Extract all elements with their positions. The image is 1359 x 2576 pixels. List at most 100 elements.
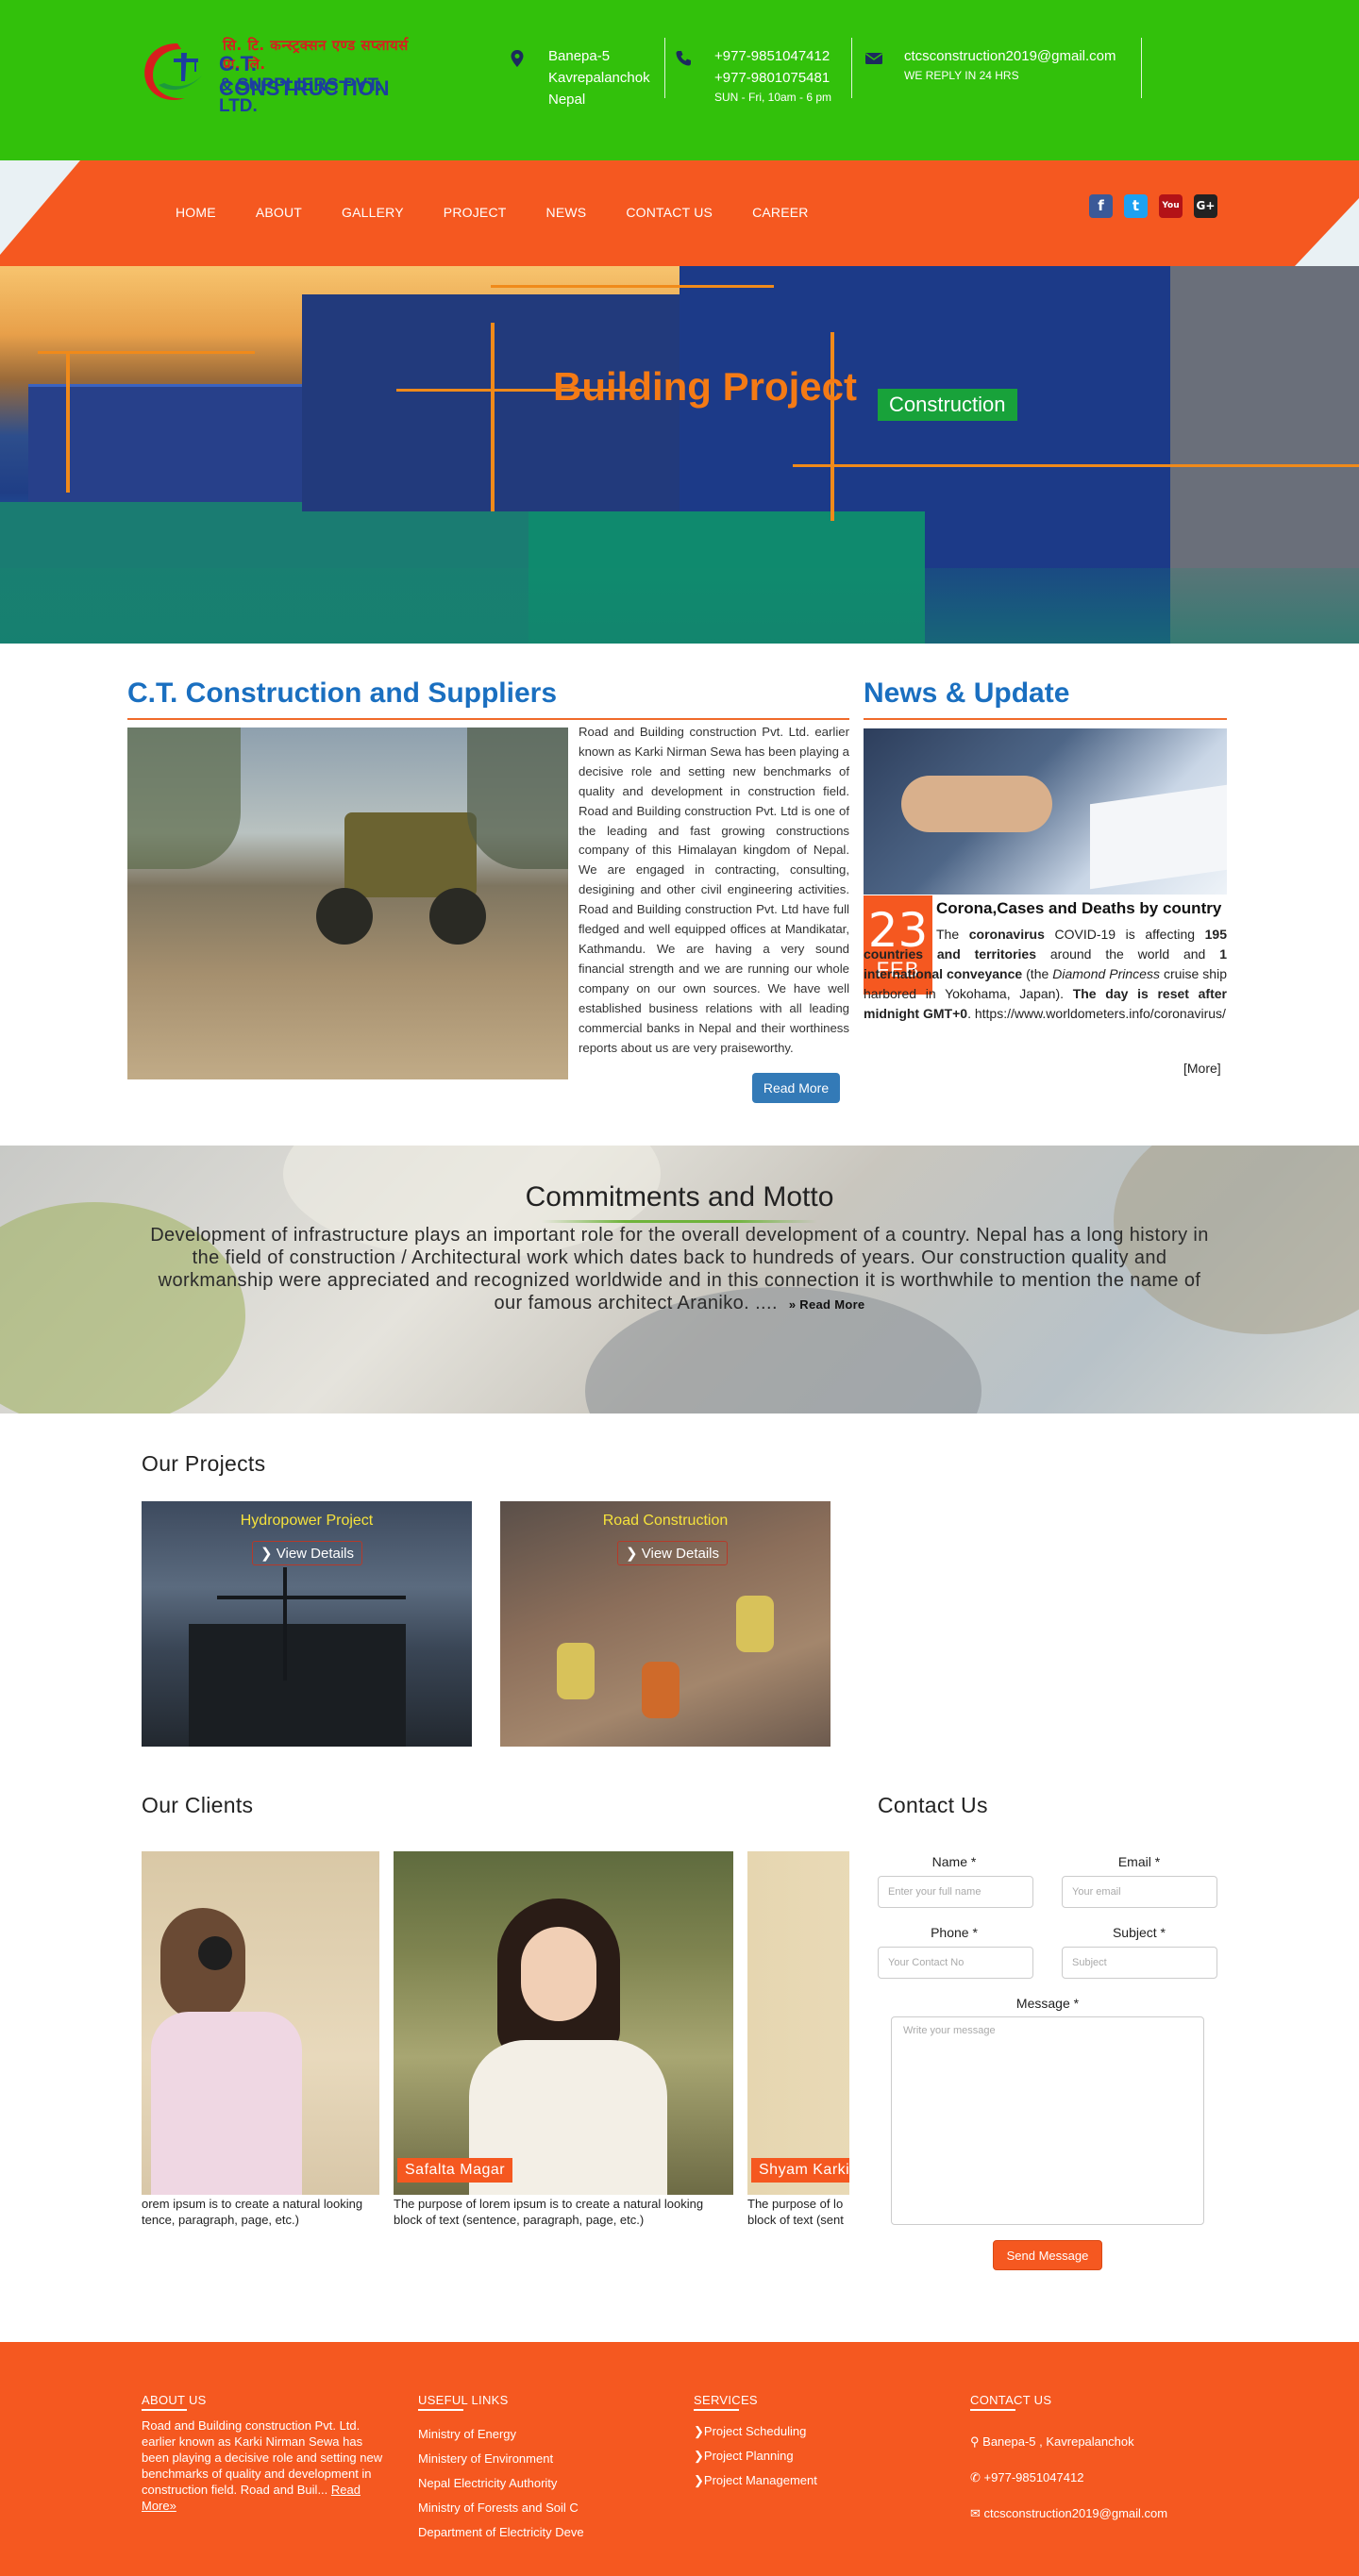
- footer-about-text: Road and Building construction Pvt. Ltd.…: [142, 2418, 383, 2513]
- twitter-icon[interactable]: t: [1124, 194, 1148, 218]
- client-description: The purpose of lo block of text (sent: [747, 2197, 844, 2227]
- hero-title: Building Project: [553, 364, 858, 409]
- footer-link[interactable]: Ministry of Forests and Soil C: [418, 2496, 584, 2520]
- worker: [557, 1643, 595, 1699]
- client-card: Safalta Magar The purpose of lorem ipsum…: [394, 1851, 733, 2229]
- social-links: f t You G+: [1089, 194, 1217, 218]
- footer-link[interactable]: Ministry of Energy: [418, 2422, 584, 2447]
- about-title-rule: [127, 718, 849, 720]
- project-card-road[interactable]: Road Construction ❯ View Details: [500, 1501, 830, 1747]
- chevron-right-icon: ❯: [694, 2449, 704, 2463]
- client-photo: [394, 1851, 733, 2195]
- news-more-link[interactable]: [More]: [1183, 1061, 1221, 1076]
- google-plus-icon[interactable]: G+: [1194, 194, 1217, 218]
- news-body: The coronavirus COVID-19 is affecting 19…: [864, 927, 1227, 1021]
- footer-service[interactable]: ❯Project Scheduling: [694, 2419, 817, 2444]
- address-line-3: Nepal: [548, 92, 586, 108]
- project-title: Hydropower Project: [240, 1513, 374, 1529]
- youtube-icon[interactable]: You: [1159, 194, 1183, 218]
- phone-field[interactable]: Your Contact No: [878, 1947, 1033, 1979]
- client-name: Shyam Karki: [751, 2158, 849, 2183]
- facebook-icon[interactable]: f: [1089, 194, 1113, 218]
- paper: [1090, 784, 1227, 890]
- footer-phone[interactable]: ✆ +977-9851047412: [970, 2460, 1167, 2496]
- main-nav: HOME ABOUT GALLERY PROJECT NEWS CONTACT …: [176, 205, 848, 220]
- motto-underline: [542, 1220, 817, 1223]
- tree: [127, 728, 241, 869]
- footer-service[interactable]: ❯Project Planning: [694, 2444, 817, 2468]
- client-photo: [747, 1851, 849, 2195]
- about-text: Road and Building construction Pvt. Ltd.…: [579, 725, 849, 1055]
- map-marker-icon: [511, 50, 524, 67]
- phone-2[interactable]: +977-9801075481: [714, 67, 831, 89]
- nav-career[interactable]: CAREER: [752, 205, 809, 220]
- worker: [736, 1596, 774, 1652]
- project-building: [189, 1624, 406, 1747]
- client-card: Shyam Karki The purpose of lo block of te…: [747, 1851, 849, 2229]
- footer-address: ⚲ Banepa-5 , Kavrepalanchok: [970, 2434, 1134, 2449]
- project-title: Road Construction: [602, 1513, 729, 1529]
- chevron-right-icon: ❯: [694, 2424, 704, 2438]
- send-message-button[interactable]: Send Message: [993, 2240, 1102, 2270]
- news-headline[interactable]: Corona,Cases and Deaths by country: [936, 899, 1221, 918]
- hero-tag: Construction: [878, 389, 1017, 421]
- name-label: Name *: [931, 1854, 977, 1869]
- footer-title-underline: [142, 2409, 187, 2411]
- subject-label: Subject *: [1112, 1925, 1166, 1940]
- nav-gallery[interactable]: GALLERY: [342, 205, 404, 220]
- nav-about[interactable]: ABOUT: [256, 205, 302, 220]
- grader-body: [344, 812, 477, 897]
- office-hours: SUN - Fri, 10am - 6 pm: [714, 91, 832, 104]
- project-crane: [283, 1567, 287, 1681]
- name-field[interactable]: Enter your full name: [878, 1876, 1033, 1908]
- map-marker-icon: ⚲: [970, 2434, 980, 2449]
- footer-email[interactable]: ✉ ctcsconstruction2019@gmail.com: [970, 2496, 1167, 2532]
- motto-section: Commitments and Motto Development of inf…: [0, 1146, 1359, 1413]
- address-line-1: Banepa-5: [548, 48, 611, 64]
- chevron-right-icon: ❯: [694, 2473, 704, 2487]
- hero-crane: [491, 323, 495, 511]
- nav-contact-us[interactable]: CONTACT US: [626, 205, 713, 220]
- company-logo[interactable]: सि. टि. कन्स्ट्रक्सन एण्ड सप्लायर्स प्रा…: [140, 36, 413, 116]
- headphone-icon: [198, 1936, 232, 1970]
- view-details-button[interactable]: ❯ View Details: [252, 1541, 363, 1565]
- nav-project[interactable]: PROJECT: [444, 205, 507, 220]
- motto-read-more[interactable]: » Read More: [789, 1297, 865, 1312]
- subject-field[interactable]: Subject: [1062, 1947, 1217, 1979]
- read-more-button[interactable]: Read More: [752, 1073, 840, 1103]
- worker: [642, 1662, 680, 1718]
- footer-link[interactable]: Nepal Electricity Authority: [418, 2471, 584, 2496]
- message-textarea[interactable]: Write your message: [891, 2016, 1204, 2225]
- phone-icon: ✆: [970, 2470, 981, 2484]
- news-title: News & Update: [864, 677, 1070, 709]
- email-field[interactable]: Your email: [1062, 1876, 1217, 1908]
- grader-wheel: [316, 888, 373, 945]
- client-shirt: [151, 2012, 302, 2195]
- envelope-icon: ✉: [970, 2506, 981, 2520]
- footer-title-underline: [694, 2409, 739, 2411]
- footer-service[interactable]: ❯Project Management: [694, 2468, 817, 2493]
- footer-contact-title: CONTACT US: [970, 2393, 1052, 2407]
- about-image: [127, 728, 568, 1079]
- clients-carousel[interactable]: orem ipsum is to create a natural lookin…: [142, 1851, 849, 2229]
- client-card: orem ipsum is to create a natural lookin…: [142, 1851, 379, 2229]
- nav-home[interactable]: HOME: [176, 205, 216, 220]
- footer-contact: ⚲ Banepa-5 , Kavrepalanchok ✆ +977-98510…: [970, 2424, 1167, 2532]
- hero-crane: [830, 332, 834, 521]
- motto-title: Commitments and Motto: [525, 1181, 834, 1213]
- phone-1[interactable]: +977-9851047412: [714, 45, 831, 67]
- view-details-button[interactable]: ❯ View Details: [617, 1541, 729, 1565]
- footer-link[interactable]: Department of Electricity Deve: [418, 2520, 584, 2545]
- footer-title-underline: [970, 2409, 1015, 2411]
- project-card-hydropower[interactable]: Hydropower Project ❯ View Details: [142, 1501, 472, 1747]
- clients-title: Our Clients: [142, 1793, 254, 1817]
- nav-news[interactable]: NEWS: [546, 205, 587, 220]
- client-name: Safalta Magar: [397, 2158, 513, 2183]
- footer-link[interactable]: Ministery of Environment: [418, 2447, 584, 2471]
- client-photo: [142, 1851, 379, 2195]
- logo-swoosh-icon: [144, 43, 202, 100]
- header-divider: [851, 38, 852, 98]
- client-face: [521, 1927, 596, 2021]
- email-address[interactable]: ctcsconstruction2019@gmail.com: [904, 45, 1116, 67]
- hero-crane: [491, 285, 774, 288]
